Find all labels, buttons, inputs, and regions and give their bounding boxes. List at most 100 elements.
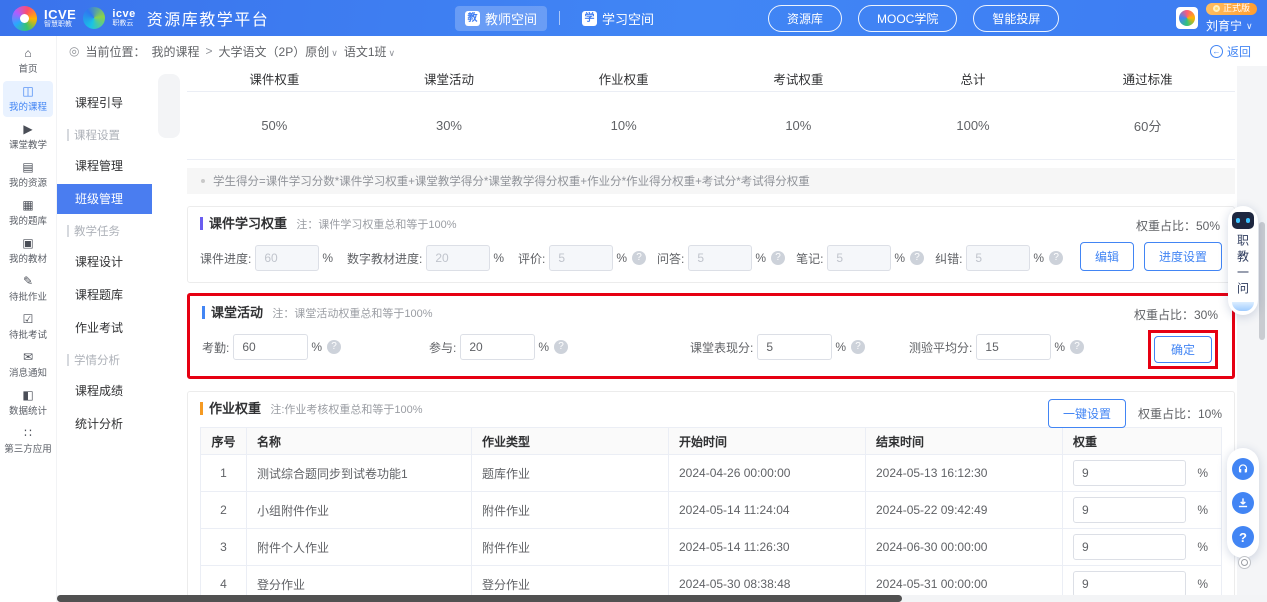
homework-column-1: 名称: [247, 428, 472, 455]
help-icon[interactable]: ?: [632, 251, 646, 265]
percent-unit: %: [1197, 540, 1208, 554]
location-icon: [69, 44, 79, 58]
sidebar-item-label: 消息通知: [9, 365, 47, 379]
weight-input-row-3[interactable]: [1073, 534, 1186, 560]
app-header: ICVE 智慧职教 icve 职教云 资源库教学平台 教教师空间学学习空间 资源…: [0, 0, 1267, 36]
sidebar-item-label: 我的资源: [9, 175, 47, 189]
homework-column-0: 序号: [201, 428, 247, 455]
sidebar-item-textbook[interactable]: ▣我的教材: [3, 233, 53, 269]
summary-value-2: 10%: [536, 118, 711, 133]
user-menu[interactable]: 正式版 刘育宁: [1176, 0, 1257, 36]
submenu-item-statistical-analysis[interactable]: 统计分析: [57, 409, 152, 439]
sidebar-item-home[interactable]: ⌂首页: [3, 43, 53, 79]
sidebar-item-question-bank[interactable]: ▦我的题库: [3, 195, 53, 231]
breadcrumb-my-courses[interactable]: 我的课程: [152, 43, 200, 60]
sidebar-item-notifications[interactable]: ✉消息通知: [3, 347, 53, 383]
avatar[interactable]: [1176, 7, 1198, 29]
progress-settings-button[interactable]: 进度设置: [1144, 242, 1222, 271]
weights-summary-table: 课件权重课堂活动作业权重考试权重总计通过标准 50%30%10%10%100%6…: [187, 66, 1235, 160]
breadcrumb: 当前位置： 我的课程 > 大学语文（2P）原创 语文1班 返回: [57, 36, 1267, 66]
submenu-item-class-management[interactable]: 班级管理: [57, 184, 152, 214]
homework-table: 序号名称作业类型开始时间结束时间权重 1测试综合题同步到试卷功能1题库作业202…: [200, 427, 1222, 602]
horizontal-scrollbar: [57, 595, 1267, 602]
correction-input: [966, 245, 1030, 271]
weight-input-row-4[interactable]: [1073, 571, 1186, 597]
sidebar-item-my-resources[interactable]: ▤我的资源: [3, 157, 53, 193]
submenu-item-course-guide[interactable]: 课程引导: [57, 88, 152, 118]
help-icon[interactable]: ?: [851, 340, 865, 354]
hw-cell-type: 附件作业: [472, 529, 669, 566]
sidebar-item-statistics[interactable]: ◧数据统计: [3, 385, 53, 421]
back-button[interactable]: 返回: [1210, 43, 1251, 60]
weight-input-row-2[interactable]: [1073, 497, 1186, 523]
hw-cell-weight: %: [1063, 492, 1222, 529]
courseware-progress-field: 课件进度:%: [200, 245, 336, 271]
help-icon[interactable]: ?: [1232, 526, 1254, 548]
submenu-item-homework-exam[interactable]: 作业考试: [57, 313, 152, 343]
help-icon[interactable]: ?: [1049, 251, 1063, 265]
username[interactable]: 刘育宁: [1206, 17, 1253, 34]
hw-cell-end: 2024-05-22 09:42:49: [866, 492, 1063, 529]
sidebar-item-third-party-apps[interactable]: ∷第三方应用: [3, 423, 53, 459]
logo2-subtitle: 职教云: [112, 20, 135, 27]
edit-button[interactable]: 编辑: [1080, 242, 1134, 271]
brand: ICVE 智慧职教 icve 职教云 资源库教学平台: [0, 6, 269, 31]
summary-value-3: 10%: [711, 118, 886, 133]
vertical-scrollbar-thumb[interactable]: [1259, 222, 1265, 340]
confirm-button[interactable]: 确定: [1154, 336, 1212, 363]
wave-decoration: [1232, 302, 1254, 311]
homework-column-5: 权重: [1063, 428, 1222, 455]
statistics-icon: ◧: [22, 389, 33, 402]
help-icon[interactable]: ?: [1070, 340, 1084, 354]
help-icon[interactable]: ?: [327, 340, 341, 354]
sidebar-item-label: 首页: [18, 61, 37, 75]
download-icon[interactable]: [1232, 492, 1254, 514]
submenu-scroll-thumb: [158, 74, 180, 138]
sidebar-item-my-courses[interactable]: ◫我的课程: [3, 81, 53, 117]
summary-column-3: 考试权重: [711, 69, 886, 88]
teacher-space-icon: 教: [465, 11, 480, 26]
sidebar-item-label: 待批作业: [9, 289, 47, 303]
submenu-item-course-grades[interactable]: 课程成绩: [57, 376, 152, 406]
quiz-average-input[interactable]: [976, 334, 1051, 360]
sidebar-item-label: 我的课程: [9, 99, 47, 113]
smart-cast-button[interactable]: 智能投屏: [973, 5, 1059, 32]
homework-weight-card: 作业权重 注:作业考核权重总和等于100% 一键设置 权重占比：10% 序号名称…: [187, 391, 1235, 602]
submenu-gutter: [152, 66, 185, 602]
nav-label: 教师空间: [485, 9, 537, 28]
mooc-academy-button[interactable]: MOOC学院: [858, 5, 957, 32]
sidebar-item-pending-exam[interactable]: ☑待批考试: [3, 309, 53, 345]
attendance-input[interactable]: [233, 334, 308, 360]
quick-set-button[interactable]: 一键设置: [1048, 399, 1126, 428]
help-icon[interactable]: ?: [771, 251, 785, 265]
notifications-icon: ✉: [23, 351, 33, 364]
nav-learning-space[interactable]: 学学习空间: [572, 6, 664, 31]
resource-library-button[interactable]: 资源库: [768, 5, 842, 32]
summary-column-1: 课堂活动: [362, 69, 537, 88]
customer-service-icon[interactable]: [1232, 458, 1254, 480]
my-courses-icon: ◫: [22, 85, 33, 98]
nav-teacher-space[interactable]: 教教师空间: [455, 6, 547, 31]
hw-cell-start: 2024-05-14 11:26:30: [669, 529, 866, 566]
submenu-item-course-design[interactable]: 课程设计: [57, 247, 152, 277]
textbook-icon: ▣: [22, 237, 33, 250]
help-icon[interactable]: ?: [554, 340, 568, 354]
classroom-performance-input[interactable]: [757, 334, 832, 360]
my-resources-icon: ▤: [22, 161, 33, 174]
assistant-widget[interactable]: 职教一问: [1228, 206, 1258, 315]
participation-input[interactable]: [460, 334, 535, 360]
hw-cell-name: 测试综合题同步到试卷功能1: [247, 455, 472, 492]
submenu-item-course-management[interactable]: 课程管理: [57, 151, 152, 181]
hw-cell-weight: %: [1063, 529, 1222, 566]
submenu-item-course-question-bank[interactable]: 课程题库: [57, 280, 152, 310]
weight-input-row-1[interactable]: [1073, 460, 1186, 486]
collapse-toolbar-button[interactable]: [1238, 556, 1251, 569]
help-icon[interactable]: ?: [910, 251, 924, 265]
breadcrumb-class-dropdown[interactable]: 语文1班: [344, 43, 395, 60]
breadcrumb-course-dropdown[interactable]: 大学语文（2P）原创: [219, 43, 338, 60]
percent-unit: %: [322, 251, 333, 265]
sidebar-item-pending-homework[interactable]: ✎待批作业: [3, 271, 53, 307]
horizontal-scrollbar-thumb[interactable]: [57, 595, 902, 602]
percent-unit: %: [538, 340, 549, 354]
sidebar-item-classroom-teaching[interactable]: ▶课堂教学: [3, 119, 53, 155]
